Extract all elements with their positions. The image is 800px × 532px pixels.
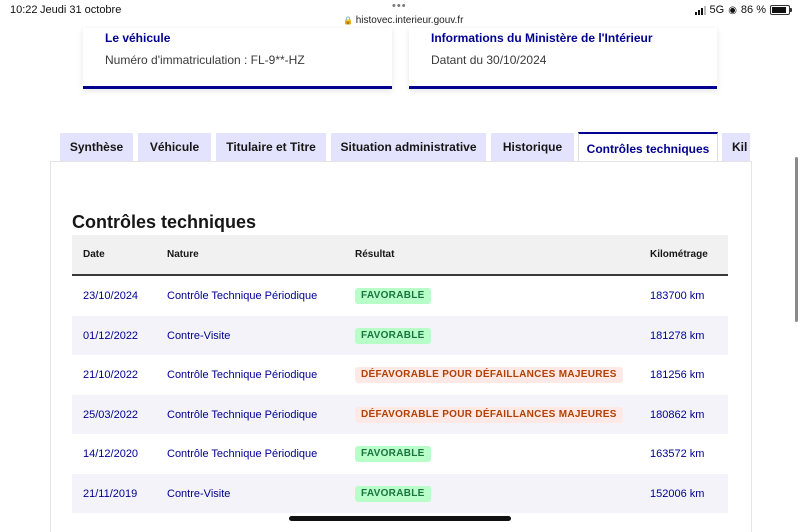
result-badge: DÉFAVORABLE POUR DÉFAILLANCES MAJEURES xyxy=(355,406,623,423)
row-nature: Contre-Visite xyxy=(167,487,231,500)
header-date: Date xyxy=(83,249,105,260)
battery-percent: 86 % xyxy=(740,4,766,16)
table-row: 14/12/2020 Contrôle Technique Périodique F… xyxy=(72,434,728,474)
result-badge: FAVORABLE xyxy=(355,446,431,462)
row-date: 14/12/2020 xyxy=(83,448,139,460)
row-km: 163572 km xyxy=(650,448,705,460)
tab-vehicule[interactable]: Véhicule xyxy=(138,133,211,162)
vehicle-registration: Numéro d'immatriculation : FL-9**-HZ xyxy=(105,53,305,67)
row-km: 181256 km xyxy=(650,369,705,381)
row-nature: Contre-Visite xyxy=(167,329,231,342)
status-time: 10:22 xyxy=(10,4,38,16)
status-date: Jeudi 31 octobre xyxy=(40,4,122,16)
table-row: 01/12/2022 Contre-Visite FAVORABLE 181278 k… xyxy=(72,315,728,355)
table-row: 21/11/2019 Contre-Visite FAVORABLE 152006 k… xyxy=(72,473,728,513)
tab-historique[interactable]: Historique xyxy=(491,133,574,162)
tab-controles-techniques[interactable]: Contrôles techniques xyxy=(578,132,718,162)
table-row: 23/10/2024 Contrôle Technique Périodique F… xyxy=(72,276,728,316)
scrollbar[interactable] xyxy=(795,157,798,322)
table-body: 23/10/2024 Contrôle Technique Périodique F… xyxy=(72,276,728,513)
url-text: histovec.interieur.gouv.fr xyxy=(355,15,464,26)
ministry-card: Informations du Ministère de l'Intérieur… xyxy=(409,28,717,89)
row-date: 01/12/2022 xyxy=(83,329,139,342)
row-nature: Contrôle Technique Périodique xyxy=(167,408,318,421)
row-date: 21/10/2022 xyxy=(83,369,139,381)
result-badge: FAVORABLE xyxy=(355,327,431,344)
home-indicator[interactable] xyxy=(289,516,511,521)
row-nature: Contrôle Technique Périodique xyxy=(167,290,318,302)
result-badge: FAVORABLE xyxy=(355,485,431,502)
tab-synthese[interactable]: Synthèse xyxy=(60,133,133,162)
vehicle-card-title: Le véhicule xyxy=(105,31,171,45)
result-badge: DÉFAVORABLE POUR DÉFAILLANCES MAJEURES xyxy=(355,367,623,383)
section-title: Contrôles techniques xyxy=(72,212,257,232)
location-icon: ◉ xyxy=(728,4,737,16)
status-bar: 10:22 Jeudi 31 octobre ••• 🔒 histovec.in… xyxy=(0,0,800,30)
lock-icon: 🔒 xyxy=(343,16,353,25)
tab-list: Synthèse Véhicule Titulaire et Titre Sit… xyxy=(60,132,750,162)
row-km: 181278 km xyxy=(650,329,705,342)
header-km: Kilométrage xyxy=(650,249,708,260)
inspections-table: Date Nature Résultat Kilométrage 23/10/2… xyxy=(72,235,728,513)
table-row: 25/03/2022 Contrôle Technique Périodique D… xyxy=(72,394,728,434)
header-result: Résultat xyxy=(355,249,395,260)
row-date: 25/03/2022 xyxy=(83,408,139,421)
status-indicators: 5G ◉ 86 % xyxy=(694,4,792,16)
network-type: 5G xyxy=(709,4,725,16)
table-row: 21/10/2022 Contrôle Technique Périodique D… xyxy=(72,355,728,395)
ministry-date: Datant du 30/10/2024 xyxy=(431,53,547,67)
multitasking-dots-icon[interactable]: ••• xyxy=(392,0,407,12)
table-header: Date Nature Résultat Kilométrage xyxy=(72,235,728,276)
row-nature: Contrôle Technique Périodique xyxy=(167,448,318,460)
tab-kilometrage[interactable]: Kil xyxy=(722,133,750,162)
ministry-card-title: Informations du Ministère de l'Intérieur xyxy=(431,31,653,45)
battery-icon xyxy=(770,5,792,15)
result-badge: FAVORABLE xyxy=(355,288,431,304)
row-km: 183700 km xyxy=(650,290,705,302)
address-bar[interactable]: 🔒 histovec.interieur.gouv.fr xyxy=(343,15,463,26)
tab-titulaire-titre[interactable]: Titulaire et Titre xyxy=(216,133,326,162)
header-nature: Nature xyxy=(167,249,199,260)
row-date: 23/10/2024 xyxy=(83,290,139,302)
vehicle-card: Le véhicule Numéro d'immatriculation : F… xyxy=(83,28,392,89)
row-date: 21/11/2019 xyxy=(83,487,138,500)
row-km: 152006 km xyxy=(650,487,705,500)
cellular-signal-icon xyxy=(694,5,706,15)
row-nature: Contrôle Technique Périodique xyxy=(167,369,318,381)
row-km: 180862 km xyxy=(650,408,705,421)
tab-situation-administrative[interactable]: Situation administrative xyxy=(331,133,486,162)
